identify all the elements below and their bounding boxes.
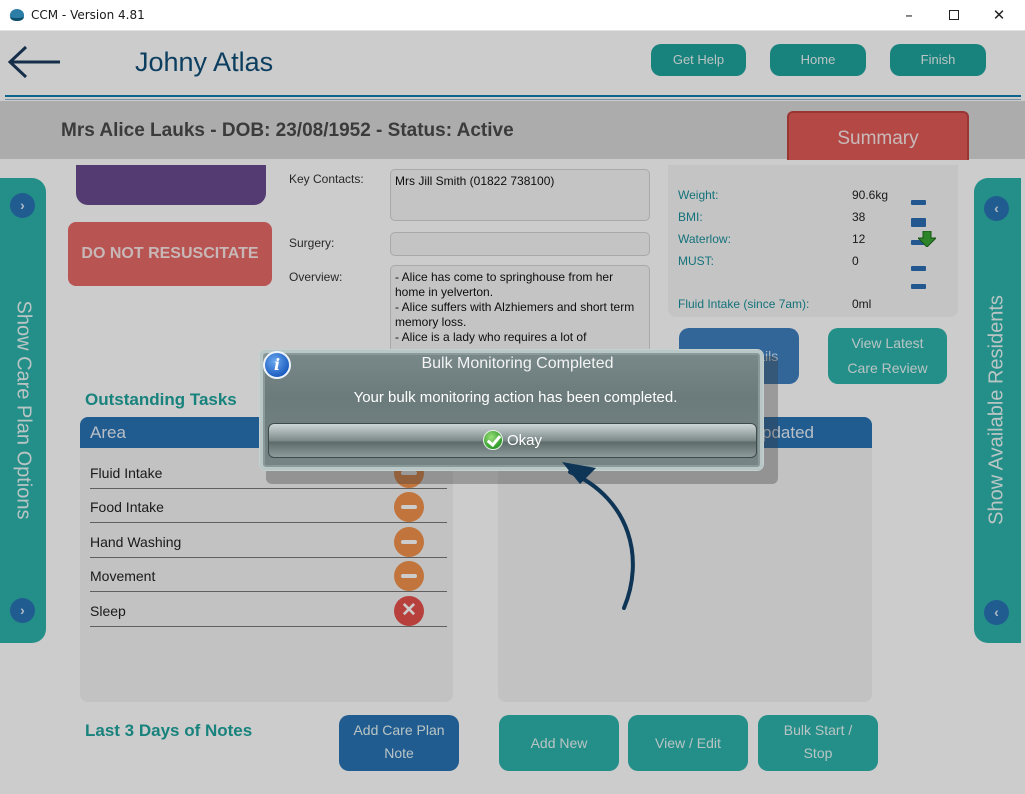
- check-icon: [482, 429, 503, 450]
- minimize-button[interactable]: –: [886, 0, 932, 31]
- maximize-button[interactable]: [931, 0, 977, 31]
- okay-label: Okay: [506, 432, 542, 449]
- dialog-title: Bulk Monitoring Completed: [421, 355, 614, 372]
- info-icon: i: [263, 351, 291, 379]
- close-button[interactable]: ✕: [976, 0, 1022, 31]
- maximize-icon: [949, 10, 959, 20]
- window-title: CCM - Version 4.81: [31, 8, 145, 22]
- bulk-monitoring-dialog: Bulk Monitoring Completed i Your bulk mo…: [259, 349, 764, 471]
- annotation-arrow: [562, 462, 635, 610]
- window-titlebar: CCM - Version 4.81 – ✕: [0, 0, 1025, 31]
- okay-button[interactable]: Okay: [268, 423, 757, 458]
- app-logo-icon: [10, 9, 24, 21]
- dialog-message: Your bulk monitoring action has been com…: [353, 389, 678, 406]
